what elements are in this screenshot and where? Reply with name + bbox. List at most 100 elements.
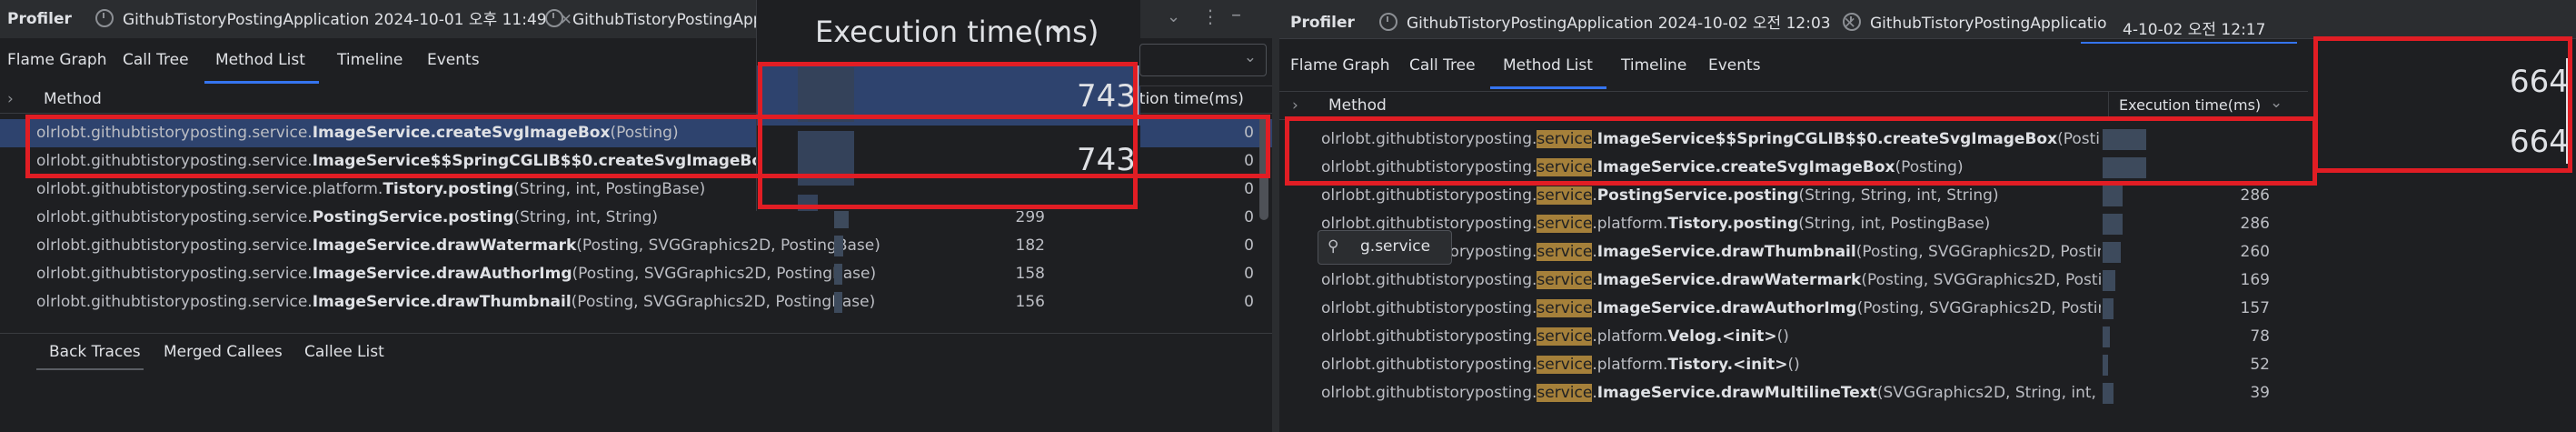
method-name: olrlobt.githubtistoryposting.service.Ima… — [1321, 295, 2137, 323]
zoom-bar — [798, 131, 854, 186]
right-tab-3-label[interactable]: 4-10-02 오전 12:17 — [2123, 16, 2265, 39]
tab-method-list[interactable]: Method List — [1503, 56, 1593, 75]
zoom-value-2: 743 — [1077, 142, 1136, 178]
column-divider — [2566, 58, 2571, 164]
execution-time-value: 157 — [2240, 299, 2270, 317]
tab-timeline[interactable]: Timeline — [1621, 56, 1686, 75]
method-package: olrlobt.githubtistoryposting.service. — [36, 265, 313, 283]
method-params: (Posting, SVGGraphics2D, PostingBa — [1861, 271, 2142, 289]
chevron-down-icon: ⌄ — [1047, 9, 1070, 41]
time-bar — [2103, 242, 2121, 263]
bottom-tab-indicator — [36, 368, 144, 370]
method-class: ImageService.drawAuthorImg — [1596, 299, 1857, 317]
tab-events[interactable]: Events — [1708, 56, 1761, 75]
method-params: (String, String, int, String) — [1798, 186, 1999, 205]
zoom-bar — [798, 67, 854, 122]
execution-time-value: 0 — [1244, 180, 1254, 198]
search-match-highlight: service — [1537, 130, 1593, 148]
table-row[interactable]: olrlobt.githubtistoryposting.service.pla… — [1279, 323, 2576, 351]
execution-time-value: 169 — [2240, 271, 2270, 289]
method-package: olrlobt. — [1321, 384, 1377, 402]
left-tab-1[interactable]: GithubTistoryPostingApplication 2024-10-… — [95, 7, 572, 33]
time-bar — [2103, 157, 2146, 178]
column-execution-time[interactable]: ution time(ms) — [1129, 90, 1244, 108]
method-package: .platform. — [1592, 215, 1668, 233]
right-tab-2[interactable]: GithubTistoryPostingApplicatio — [1843, 11, 2107, 36]
column-execution-time[interactable]: Execution time(ms) — [2119, 96, 2261, 114]
zoom-value-1: 664 — [2510, 64, 2569, 100]
time-column-bg — [2101, 238, 2576, 266]
table-row[interactable]: olrlobt.githubtistoryposting.service.Ima… — [0, 288, 1272, 316]
execution-time-value: 286 — [2240, 186, 2270, 205]
method-name: olrlobt.githubtistoryposting.service.Pos… — [36, 204, 658, 232]
column-method[interactable]: Method — [1328, 96, 1387, 115]
time-bar — [2103, 270, 2115, 291]
time-column-bg — [2101, 266, 2576, 295]
right-profiler-title: Profiler — [1290, 14, 1355, 32]
tab-call-tree[interactable]: Call Tree — [1409, 56, 1476, 75]
method-class: ImageService$$SpringCGLIB$$0.createSvgIm… — [1596, 130, 2058, 148]
method-name: olrlobt.githubtistoryposting.service.Ima… — [36, 288, 875, 316]
method-package: olrlobt.githubtistoryposting.service. — [36, 124, 313, 142]
minimize-icon[interactable]: – — [1231, 4, 1241, 26]
table-row[interactable]: olrlobt.githubtistoryposting.service.Ima… — [1279, 266, 2576, 295]
time-column-bg — [2101, 210, 2576, 238]
method-class: ImageService.drawThumbnail — [1596, 243, 1856, 261]
method-params: (Posting, SVGGraphics2D, PostingBase) — [572, 265, 877, 283]
sort-desc-icon[interactable]: ⌄ — [2270, 94, 2283, 112]
table-row[interactable]: olrlobt.githubtistoryposting.service.pla… — [1279, 210, 2576, 238]
method-name: olrlobt.githubtistoryposting.service.Ima… — [36, 232, 880, 260]
method-class: Velog.<init> — [1667, 327, 1777, 346]
time-column-bg — [2101, 295, 2576, 323]
tab-flame-graph[interactable]: Flame Graph — [1290, 56, 1390, 75]
table-row[interactable]: olrlobt.githubtistoryposting.service.Ima… — [1279, 379, 2576, 407]
filter-dropdown[interactable]: ⌄ — [1139, 44, 1267, 76]
more-vertical-icon[interactable]: ⋮ — [1201, 5, 1219, 27]
expand-icon[interactable]: › — [7, 90, 14, 108]
method-class: ImageService$$SpringCGLIB$$0.createSvgIm… — [312, 152, 773, 170]
search-text: g.service — [1360, 237, 1431, 256]
tab-merged-callees[interactable]: Merged Callees — [164, 343, 283, 361]
left-scrollbar[interactable] — [1259, 115, 1268, 220]
execution-time-value: 39 — [2250, 384, 2270, 402]
method-package: olrlobt. — [1321, 356, 1377, 374]
method-name: olrlobt.githubtistoryposting.service.pla… — [36, 176, 705, 204]
table-row[interactable]: olrlobt.githubtistoryposting.service.Ima… — [1279, 238, 2576, 266]
search-match-highlight: service — [1537, 356, 1593, 374]
left-profiler-panel: Profiler GithubTistoryPostingApplication… — [0, 0, 1272, 432]
method-package: githubtistoryposting. — [1376, 384, 1537, 402]
tab-method-list[interactable]: Method List — [215, 51, 305, 69]
chevron-down-icon[interactable]: ⌄ — [1167, 7, 1180, 26]
method-params: () — [1787, 356, 1800, 374]
tab-flame-graph[interactable]: Flame Graph — [7, 51, 107, 69]
clock-icon — [1379, 13, 1397, 31]
table-row[interactable]: olrlobt.githubtistoryposting.service.Ima… — [0, 260, 1272, 288]
search-match-highlight: service — [1537, 327, 1593, 346]
search-popup[interactable]: ⚲ g.service — [1318, 230, 1452, 265]
time-bar — [2103, 383, 2114, 404]
left-tab-2[interactable]: GithubTistoryPostingAppli — [545, 7, 771, 33]
total-time-value: 156 — [1015, 293, 1045, 311]
expand-icon[interactable]: › — [1292, 96, 1298, 115]
column-method[interactable]: Method — [44, 90, 102, 108]
tab-events[interactable]: Events — [427, 51, 480, 69]
table-row[interactable]: olrlobt.githubtistoryposting.service.Ima… — [1279, 295, 2576, 323]
method-name: olrlobt.githubtistoryposting.service.Pos… — [1321, 182, 1999, 210]
tab-timeline[interactable]: Timeline — [337, 51, 403, 69]
table-row[interactable]: olrlobt.githubtistoryposting.service.Pos… — [1279, 182, 2576, 210]
search-match-highlight: service — [1537, 243, 1593, 261]
method-class: ImageService.drawMultilineText — [1596, 384, 1877, 402]
tab-callee-list[interactable]: Callee List — [304, 343, 384, 361]
right-tab-1[interactable]: GithubTistoryPostingApplication 2024-10-… — [1379, 11, 1856, 36]
total-time-value: 158 — [1015, 265, 1045, 283]
tab-back-traces[interactable]: Back Traces — [49, 343, 141, 361]
tab-call-tree[interactable]: Call Tree — [123, 51, 189, 69]
total-time-value: 182 — [1015, 236, 1045, 255]
table-row[interactable]: olrlobt.githubtistoryposting.service.Ima… — [0, 232, 1272, 260]
method-class: Tistory.posting — [1667, 215, 1799, 233]
table-row[interactable]: olrlobt.githubtistoryposting.service.pla… — [1279, 351, 2576, 379]
active-tab-indicator — [204, 81, 319, 84]
method-package: githubtistoryposting. — [1376, 271, 1537, 289]
search-match-highlight: service — [1537, 384, 1593, 402]
method-package: olrlobt.githubtistoryposting.service. — [36, 152, 313, 170]
